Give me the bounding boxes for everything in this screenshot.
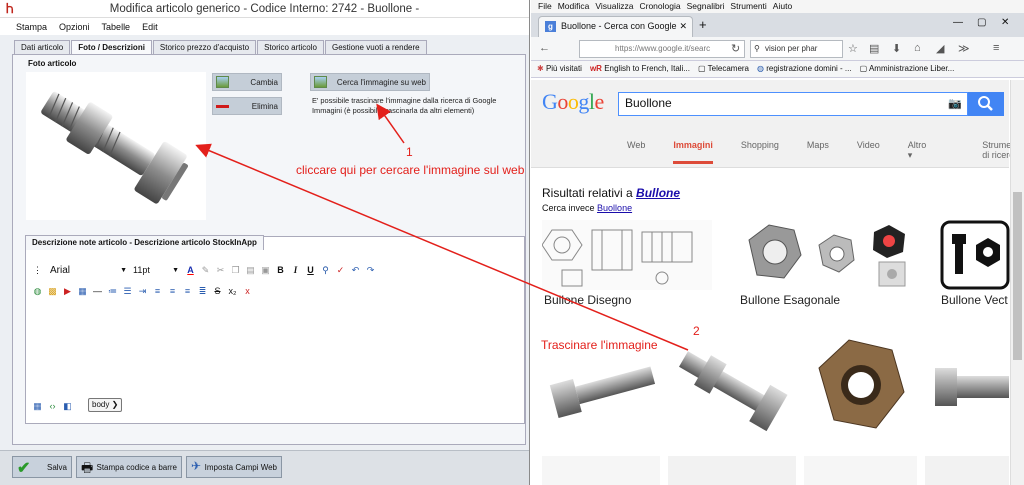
annotation-number-1: 1	[406, 145, 413, 159]
annotation-arrows	[195, 103, 689, 351]
arrow-to-search-button	[376, 103, 405, 144]
annotation-number-2: 2	[693, 324, 700, 338]
annotation-text-1: cliccare qui per cercare l'immagine sul …	[296, 163, 525, 177]
annotation-text-2: Trascinare l'immagine	[541, 338, 658, 352]
